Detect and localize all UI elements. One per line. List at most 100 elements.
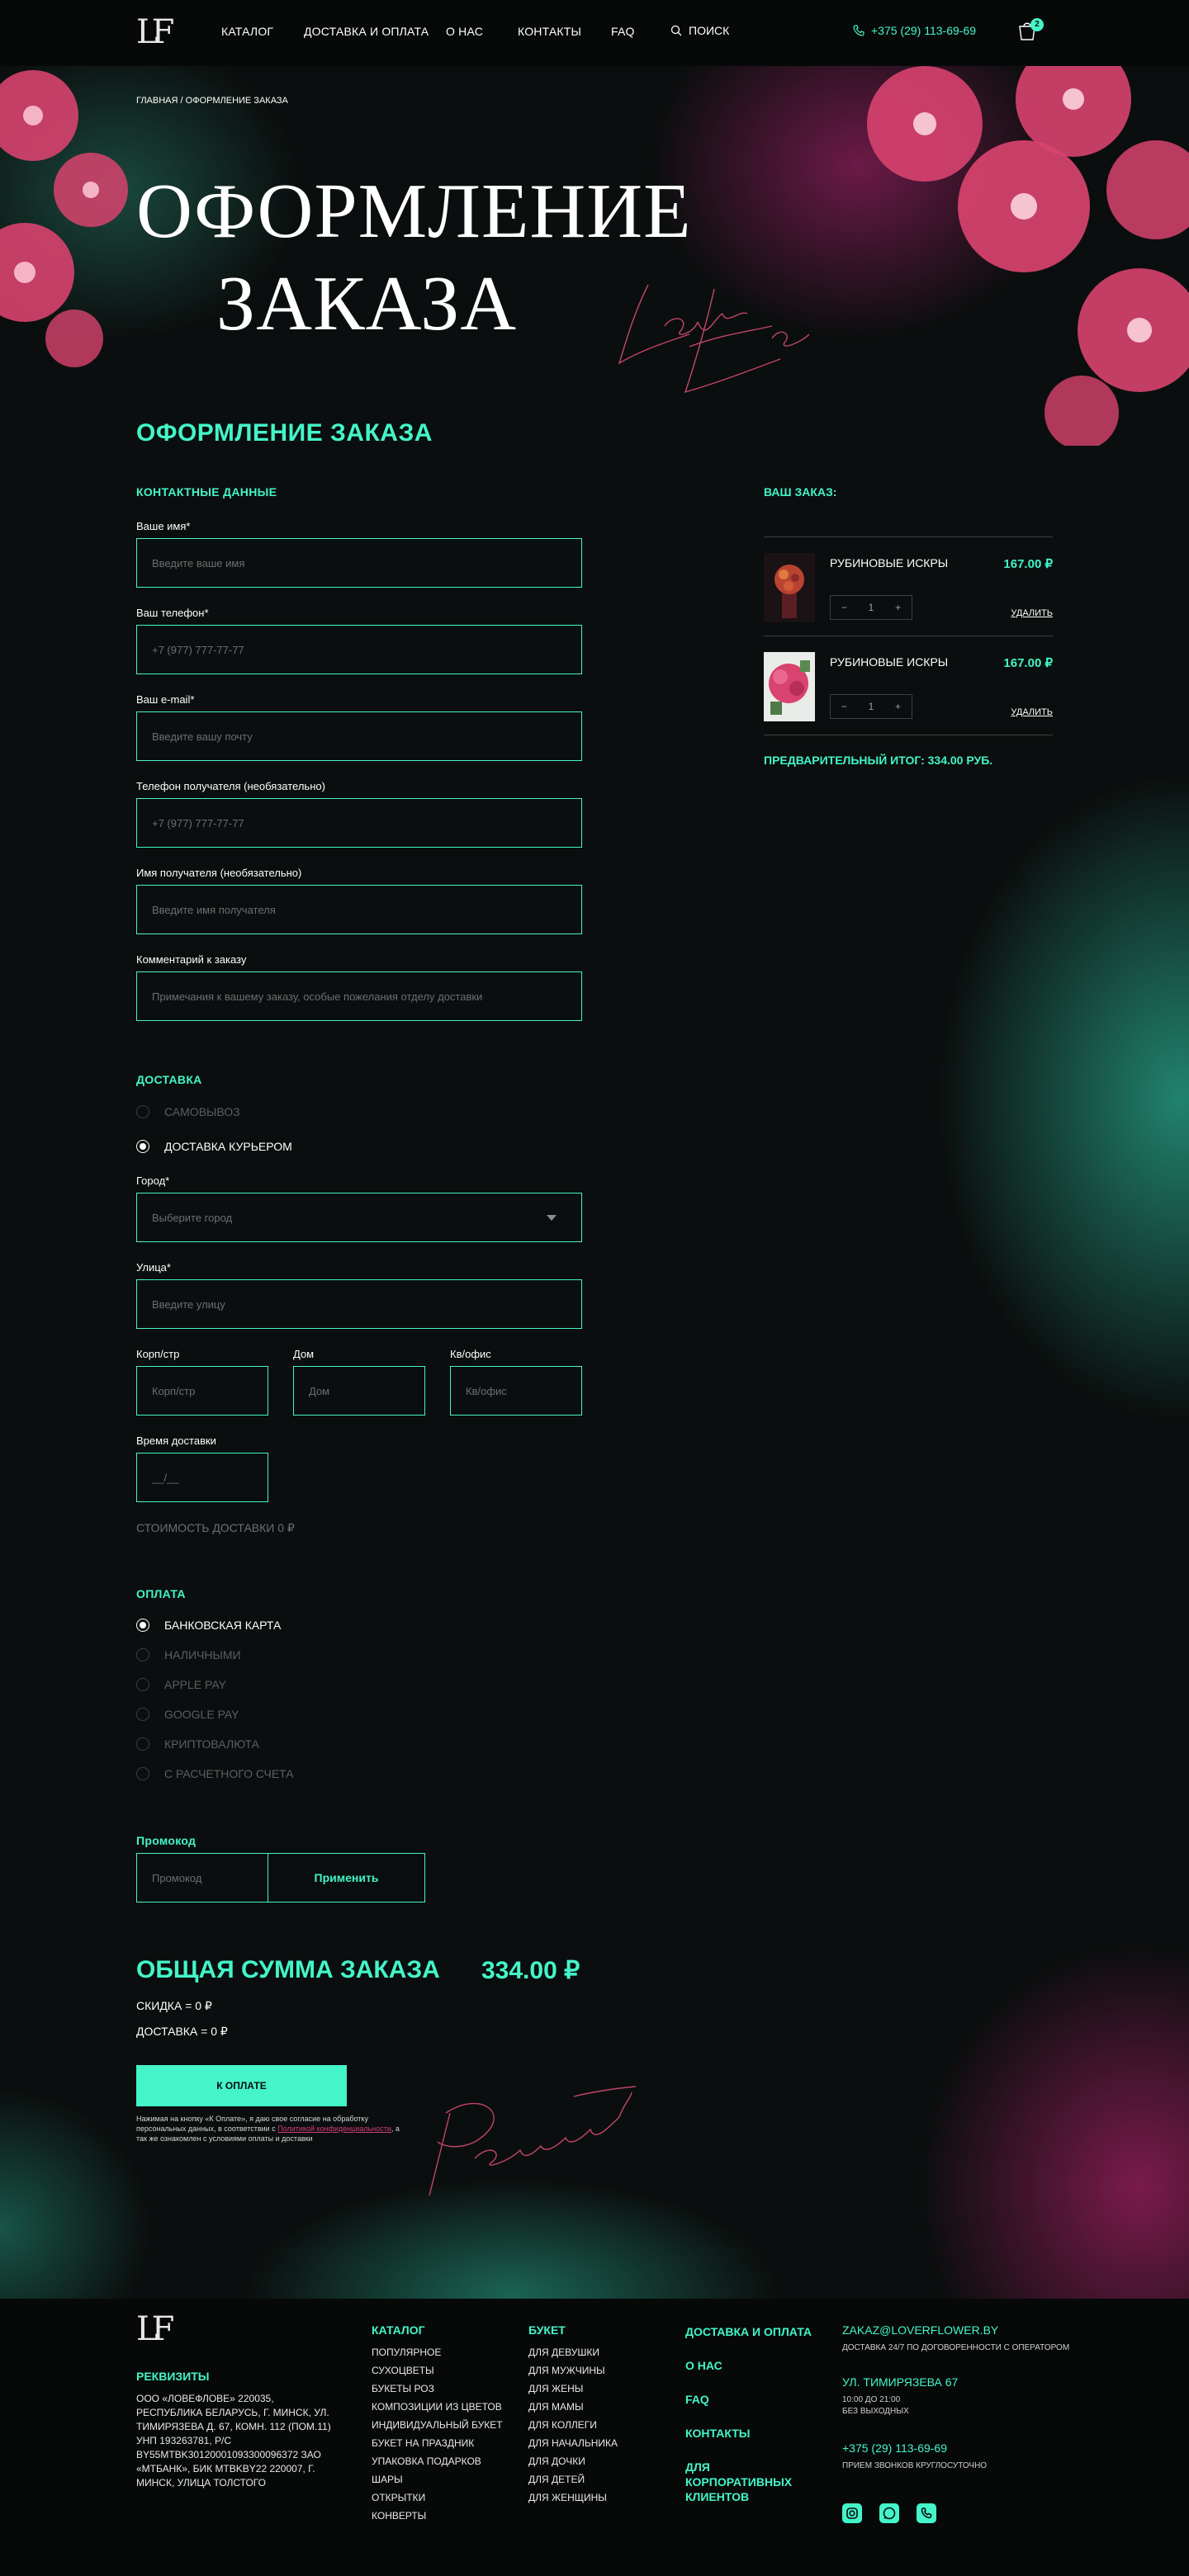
payment-section-title: ОПЛАТА: [136, 1587, 186, 1600]
house-input[interactable]: [293, 1366, 425, 1416]
footer-bouquet-item[interactable]: ДЛЯ ЖЕНЫ: [528, 2380, 618, 2398]
footer-catalog-item[interactable]: КОНВЕРТЫ: [372, 2507, 503, 2525]
header-phone[interactable]: +375 (29) 113-69-69: [853, 24, 976, 37]
delivery-option-pickup[interactable]: САМОВЫВОЗ: [136, 1105, 240, 1118]
order-total-label: ОБЩАЯ СУММА ЗАКАЗА: [136, 1956, 440, 1983]
quantity-stepper: − 1 +: [830, 595, 912, 620]
whatsapp-icon[interactable]: [879, 2503, 899, 2523]
comment-input[interactable]: [136, 971, 582, 1021]
breadcrumb-current: ОФОРМЛЕНИЕ ЗАКАЗА: [185, 96, 288, 106]
footer-bouquet-title[interactable]: БУКЕТ: [528, 2323, 566, 2337]
footer-phone[interactable]: +375 (29) 113-69-69: [842, 2441, 947, 2455]
cart-button[interactable]: 2: [1016, 18, 1044, 45]
delivery-option-courier[interactable]: ДОСТАВКА КУРЬЕРОМ: [136, 1140, 292, 1153]
footer-catalog-item[interactable]: ШАРЫ: [372, 2470, 503, 2489]
promo-apply-button[interactable]: Применить: [268, 1853, 425, 1902]
divider: [764, 536, 1053, 537]
nav-faq[interactable]: FAQ: [611, 25, 635, 38]
footer-link-contacts[interactable]: КОНТАКТЫ: [685, 2426, 817, 2441]
checkout-title: ОФОРМЛЕНИЕ ЗАКАЗА: [136, 419, 433, 447]
recipient-name-input[interactable]: [136, 885, 582, 934]
footer-bouquet-item[interactable]: ДЛЯ КОЛЛЕГИ: [528, 2416, 618, 2434]
order-subtotal: ПРЕДВАРИТЕЛЬНЫЙ ИТОГ: 334.00 РУБ.: [764, 754, 993, 767]
nav-about[interactable]: О НАС: [446, 25, 483, 38]
consent-text: Нажимая на кнопку «К Оплате», я даю свое…: [136, 2114, 409, 2144]
payment-option-cash[interactable]: НАЛИЧНЫМИ: [136, 1648, 241, 1661]
building-input[interactable]: [136, 1366, 268, 1416]
quantity-value: 1: [868, 701, 874, 712]
phone-input[interactable]: [136, 625, 582, 674]
footer-catalog-item[interactable]: БУКЕТЫ РОЗ: [372, 2380, 503, 2398]
footer-bouquet-item[interactable]: ДЛЯ ДЕТЕЙ: [528, 2470, 618, 2489]
footer-catalog-list: ПОПУЛЯРНОЕ СУХОЦВЕТЫ БУКЕТЫ РОЗ КОМПОЗИЦ…: [372, 2343, 503, 2525]
footer-catalog-item[interactable]: БУКЕТ НА ПРАЗДНИК: [372, 2434, 503, 2452]
delivery-time-input[interactable]: [136, 1453, 268, 1502]
nav-contacts[interactable]: КОНТАКТЫ: [518, 25, 581, 38]
site-footer: LF РЕКВИЗИТЫ ООО «ЛОВЕФЛОВЕ» 220035, РЕС…: [0, 2299, 1189, 2576]
footer-catalog-title[interactable]: КАТАЛОГ: [372, 2323, 425, 2337]
order-item-price: 167.00 ₽: [1003, 656, 1053, 670]
payment-option-account[interactable]: С РАСЧЕТНОГО СЧЕТА: [136, 1767, 294, 1780]
footer-bouquet-item[interactable]: ДЛЯ НАЧАЛЬНИКА: [528, 2434, 618, 2452]
privacy-policy-link[interactable]: Политикой конфиденциальности: [277, 2125, 391, 2133]
footer-catalog-item[interactable]: УПАКОВКА ПОДАРКОВ: [372, 2452, 503, 2470]
nav-catalog[interactable]: КАТАЛОГ: [221, 25, 273, 38]
payment-option-label: НАЛИЧНЫМИ: [164, 1648, 241, 1661]
footer-email[interactable]: ZAKAZ@LOVERFLOWER.BY: [842, 2323, 998, 2337]
flat-label: Кв/офис: [450, 1348, 491, 1360]
discount-line: СКИДКА = 0 ₽: [136, 1999, 212, 2012]
search-button[interactable]: ПОИСК: [670, 24, 729, 37]
payment-option-crypto[interactable]: КРИПТОВАЛЮТА: [136, 1737, 259, 1751]
footer-catalog-item[interactable]: ИНДИВИДУАЛЬНЫЙ БУКЕТ: [372, 2416, 503, 2434]
flowers-decoration-right: [867, 66, 1189, 446]
product-image: [764, 652, 815, 721]
footer-phone-note: ПРИЕМ ЗВОНКОВ КРУГЛОСУТОЧНО: [842, 2461, 988, 2470]
city-select[interactable]: [136, 1193, 582, 1242]
increase-button[interactable]: +: [895, 602, 901, 613]
footer-bouquet-item[interactable]: ДЛЯ ДОЧКИ: [528, 2452, 618, 2470]
name-input[interactable]: [136, 538, 582, 588]
footer-link-corporate[interactable]: ДЛЯ КОРПОРАТИВНЫХ КЛИЕНТОВ: [685, 2460, 817, 2504]
payment-option-card[interactable]: БАНКОВСКАЯ КАРТА: [136, 1619, 281, 1632]
footer-catalog-item[interactable]: СУХОЦВЕТЫ: [372, 2361, 503, 2380]
email-input[interactable]: [136, 711, 582, 761]
lover-flower-script: [618, 284, 810, 394]
footer-bouquet-item[interactable]: ДЛЯ ДЕВУШКИ: [528, 2343, 618, 2361]
footer-email-note: ДОСТАВКА 24/7 ПО ДОГОВОРЕННОСТИ С ОПЕРАТ…: [842, 2343, 1070, 2352]
product-image: [764, 553, 815, 622]
footer-bouquet-item[interactable]: ДЛЯ МАМЫ: [528, 2398, 618, 2416]
instagram-icon[interactable]: [842, 2503, 862, 2523]
decrease-button[interactable]: −: [841, 602, 847, 613]
increase-button[interactable]: +: [895, 701, 901, 712]
radio-button: [136, 1105, 149, 1118]
flat-input[interactable]: [450, 1366, 582, 1416]
pay-button[interactable]: К ОПЛАТЕ: [136, 2065, 347, 2106]
footer-link-about[interactable]: О НАС: [685, 2358, 817, 2373]
delivery-option-label: ДОСТАВКА КУРЬЕРОМ: [164, 1140, 292, 1153]
remove-item-button[interactable]: УДАЛИТЬ: [991, 707, 1053, 717]
viber-icon[interactable]: [917, 2503, 936, 2523]
radio-button-selected: [136, 1140, 149, 1153]
remove-item-button[interactable]: УДАЛИТЬ: [991, 608, 1053, 618]
promo-input[interactable]: [136, 1853, 268, 1902]
house-label: Дом: [293, 1348, 315, 1360]
breadcrumb: ГЛАВНАЯ / ОФОРМЛЕНИЕ ЗАКАЗА: [136, 96, 288, 106]
street-input[interactable]: [136, 1279, 582, 1329]
payment-option-google-pay[interactable]: GOOGLE PAY: [136, 1708, 239, 1721]
footer-link-faq[interactable]: FAQ: [685, 2392, 817, 2407]
decrease-button[interactable]: −: [841, 701, 847, 712]
email-label: Ваш e-mail*: [136, 693, 195, 706]
footer-link-delivery[interactable]: ДОСТАВКА И ОПЛАТА: [685, 2324, 817, 2339]
recipient-phone-input[interactable]: [136, 798, 582, 848]
payment-option-apple-pay[interactable]: APPLE PAY: [136, 1678, 226, 1691]
footer-catalog-item[interactable]: ОТКРЫТКИ: [372, 2489, 503, 2507]
footer-bouquet-item[interactable]: ДЛЯ ЖЕНЩИНЫ: [528, 2489, 618, 2507]
site-logo[interactable]: LF: [136, 12, 174, 53]
footer-logo[interactable]: LF: [136, 2310, 174, 2348]
footer-hours: 10:00 ДО 21:00: [842, 2395, 901, 2404]
nav-delivery-payment[interactable]: ДОСТАВКА И ОПЛАТА: [304, 25, 429, 38]
breadcrumb-home[interactable]: ГЛАВНАЯ: [136, 96, 178, 106]
footer-bouquet-item[interactable]: ДЛЯ МУЖЧИНЫ: [528, 2361, 618, 2380]
footer-catalog-item[interactable]: ПОПУЛЯРНОЕ: [372, 2343, 503, 2361]
footer-catalog-item[interactable]: КОМПОЗИЦИИ ИЗ ЦВЕТОВ: [372, 2398, 503, 2416]
